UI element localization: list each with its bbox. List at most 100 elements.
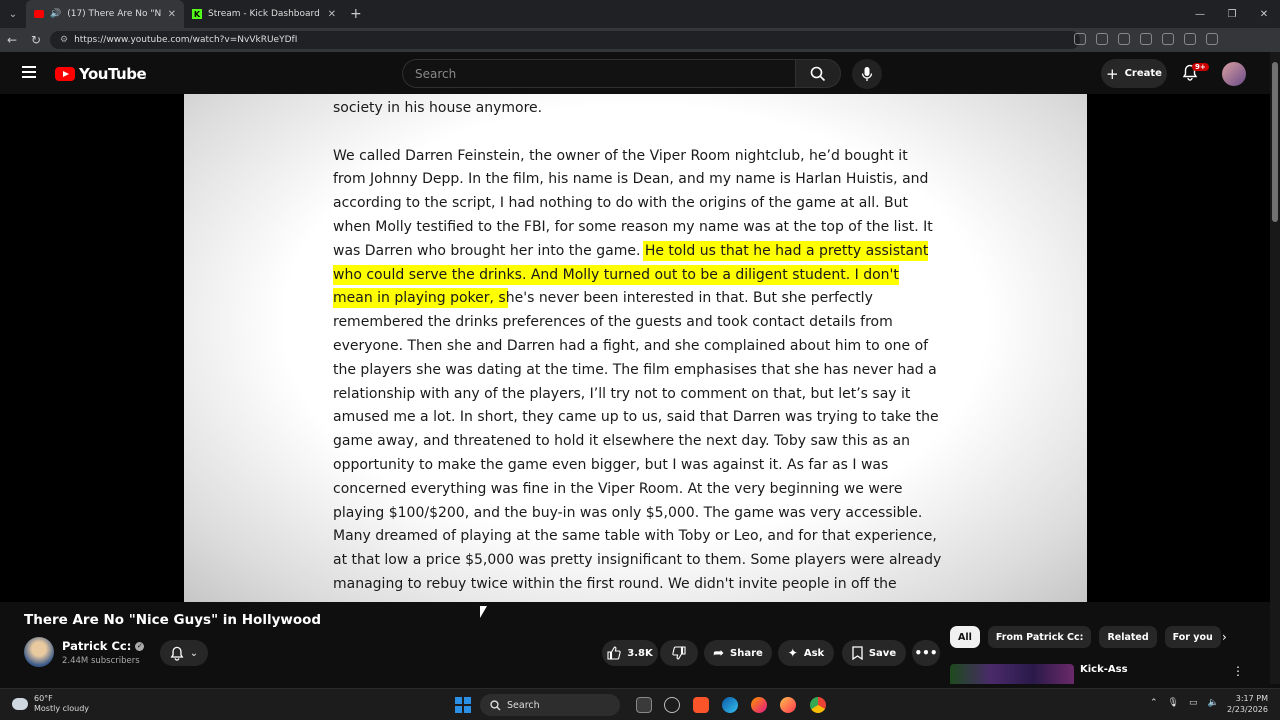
temperature: 60°F <box>34 694 53 703</box>
like-count: 3.8K <box>627 647 653 659</box>
verified-check-icon: ✓ <box>135 641 145 651</box>
tab-title: (17) There Are No "Nice Guys" <box>67 9 162 19</box>
chevron-down-icon: ⌄ <box>189 647 199 659</box>
document-text: society in his house anymore. We called … <box>333 97 943 597</box>
channel-name: Patrick Cc: <box>62 639 132 653</box>
tab-title: Stream - Kick Dashboard <box>208 9 320 19</box>
chip-all[interactable]: All <box>950 626 980 648</box>
windows-start-icon[interactable] <box>455 697 471 713</box>
chevron-right-icon[interactable]: › <box>1222 630 1227 644</box>
task-view-icon[interactable] <box>636 697 652 713</box>
puzzle-icon[interactable] <box>1162 33 1174 45</box>
tab-search-chevron-icon[interactable]: ⌄ <box>0 0 26 28</box>
search-button[interactable] <box>795 59 841 88</box>
window-controls: — ❐ ✕ <box>1184 0 1280 28</box>
extension-icon[interactable] <box>1140 33 1152 45</box>
like-button[interactable]: 3.8K <box>602 640 658 666</box>
voice-search-button[interactable] <box>852 59 882 89</box>
extension-icons <box>1074 33 1218 45</box>
weather-description: Mostly cloudy <box>34 704 89 713</box>
youtube-favicon-icon <box>34 10 44 18</box>
plus-icon: + <box>1106 64 1119 83</box>
channel-avatar[interactable] <box>24 637 54 667</box>
dislike-button[interactable] <box>660 640 698 666</box>
subscriber-count: 2.44M subscribers <box>62 656 140 666</box>
save-label: Save <box>868 647 897 659</box>
document-paragraph: We called Darren Feinstein, the owner of… <box>333 145 943 597</box>
channel-name-link[interactable]: Patrick Cc: ✓ <box>62 639 145 653</box>
ask-button[interactable]: ✦ Ask <box>778 640 834 666</box>
settings-gear-icon[interactable] <box>664 697 680 713</box>
logo-text: YouTube <box>79 65 147 83</box>
taskbar-search-label: Search <box>507 699 540 711</box>
chip-from-channel[interactable]: From Patrick Cc: <box>987 626 1092 648</box>
microphone-icon[interactable]: 🎙 <box>1168 698 1179 708</box>
more-actions-button[interactable]: ••• <box>912 640 940 666</box>
extension-icon[interactable] <box>1074 33 1086 45</box>
close-tab-icon[interactable]: ✕ <box>328 9 336 20</box>
chrome-icon[interactable] <box>810 697 826 713</box>
subscription-notify-button[interactable]: ⌄ <box>160 640 208 666</box>
minimize-icon[interactable]: — <box>1184 0 1216 28</box>
close-tab-icon[interactable]: ✕ <box>168 9 176 20</box>
more-vertical-icon[interactable]: ⋮ <box>1232 664 1244 678</box>
tab-youtube[interactable]: 🔊 (17) There Are No "Nice Guys" ✕ <box>26 0 184 28</box>
recommendation-thumbnail[interactable] <box>950 664 1074 684</box>
save-button[interactable]: Save <box>842 640 906 666</box>
url-text: https://www.youtube.com/watch?v=NvVkRUeY… <box>74 35 298 45</box>
microphone-icon <box>861 67 873 81</box>
system-clock[interactable]: 3:17 PM 2/23/2026 <box>1226 693 1268 715</box>
thumbs-up-icon <box>607 646 621 660</box>
search-icon <box>490 699 501 710</box>
create-button[interactable]: + Create <box>1101 59 1167 88</box>
video-title: There Are No "Nice Guys" in Hollywood <box>24 612 322 628</box>
speaker-icon[interactable]: 🔊 <box>50 9 61 19</box>
video-frame-document: society in his house anymore. We called … <box>184 94 1087 602</box>
system-tray: ⌃ 🎙 ▭ 🔈 <box>1150 698 1219 708</box>
share-label: Share <box>730 647 763 659</box>
zoom-icon[interactable] <box>1096 33 1108 45</box>
chevron-up-icon[interactable]: ⌃ <box>1150 698 1158 708</box>
tab-kick-dashboard[interactable]: K Stream - Kick Dashboard ✕ <box>184 0 344 28</box>
network-icon[interactable]: ▭ <box>1189 698 1198 708</box>
recommendation-filter-chips: All From Patrick Cc: Related For you <box>950 626 1221 648</box>
more-horizontal-icon: ••• <box>914 646 938 660</box>
maximize-icon[interactable]: ❐ <box>1216 0 1248 28</box>
new-tab-icon[interactable]: + <box>350 6 362 22</box>
youtube-logo[interactable]: YouTube <box>55 65 147 83</box>
kick-favicon-icon: K <box>192 9 202 19</box>
close-window-icon[interactable]: ✕ <box>1248 0 1280 28</box>
back-arrow-icon[interactable]: ← <box>0 33 24 47</box>
favorites-icon[interactable] <box>1206 33 1218 45</box>
brave-browser-icon[interactable] <box>693 697 709 713</box>
page-scrollbar[interactable] <box>1270 52 1280 684</box>
edge-browser-icon[interactable] <box>722 697 738 713</box>
clock-date: 2/23/2026 <box>1226 705 1268 714</box>
recommendation-title[interactable]: Kick-Ass <box>1080 664 1128 675</box>
ask-label: Ask <box>803 647 825 659</box>
browser-tab-strip: ⌄ 🔊 (17) There Are No "Nice Guys" ✕ K St… <box>0 0 1280 28</box>
reload-icon[interactable]: ↻ <box>24 33 48 47</box>
bell-icon <box>170 646 184 661</box>
firefox-icon[interactable] <box>751 697 767 713</box>
extension-icon[interactable] <box>1184 33 1196 45</box>
windows-taskbar: 60°F Mostly cloudy Search ⌃ 🎙 ▭ 🔈 3:17 P… <box>0 688 1280 720</box>
weather-widget[interactable]: 60°F Mostly cloudy <box>12 694 89 714</box>
chip-related[interactable]: Related <box>1099 626 1157 648</box>
share-button[interactable]: ➦ Share <box>704 640 772 666</box>
clock-time: 3:17 PM <box>1235 694 1268 703</box>
account-avatar[interactable] <box>1222 62 1246 86</box>
paragraph-text: he's never been interested in that. But … <box>333 290 942 592</box>
scrollbar-thumb[interactable] <box>1272 62 1278 222</box>
bookmark-star-icon[interactable] <box>1118 33 1130 45</box>
taskbar-search[interactable]: Search <box>480 694 620 716</box>
address-bar-row: ← ↻ ⚙ https://www.youtube.com/watch?v=Nv… <box>0 28 1280 75</box>
firefox-icon[interactable] <box>780 697 796 713</box>
site-info-icon[interactable]: ⚙ <box>60 35 68 45</box>
hamburger-menu-icon[interactable] <box>22 66 36 78</box>
thumbs-down-icon <box>672 646 686 660</box>
chip-for-you[interactable]: For you <box>1164 626 1221 648</box>
url-field[interactable]: ⚙ https://www.youtube.com/watch?v=NvVkRU… <box>50 31 1080 49</box>
search-input[interactable]: Search <box>402 59 795 88</box>
volume-icon[interactable]: 🔈 <box>1208 698 1219 708</box>
